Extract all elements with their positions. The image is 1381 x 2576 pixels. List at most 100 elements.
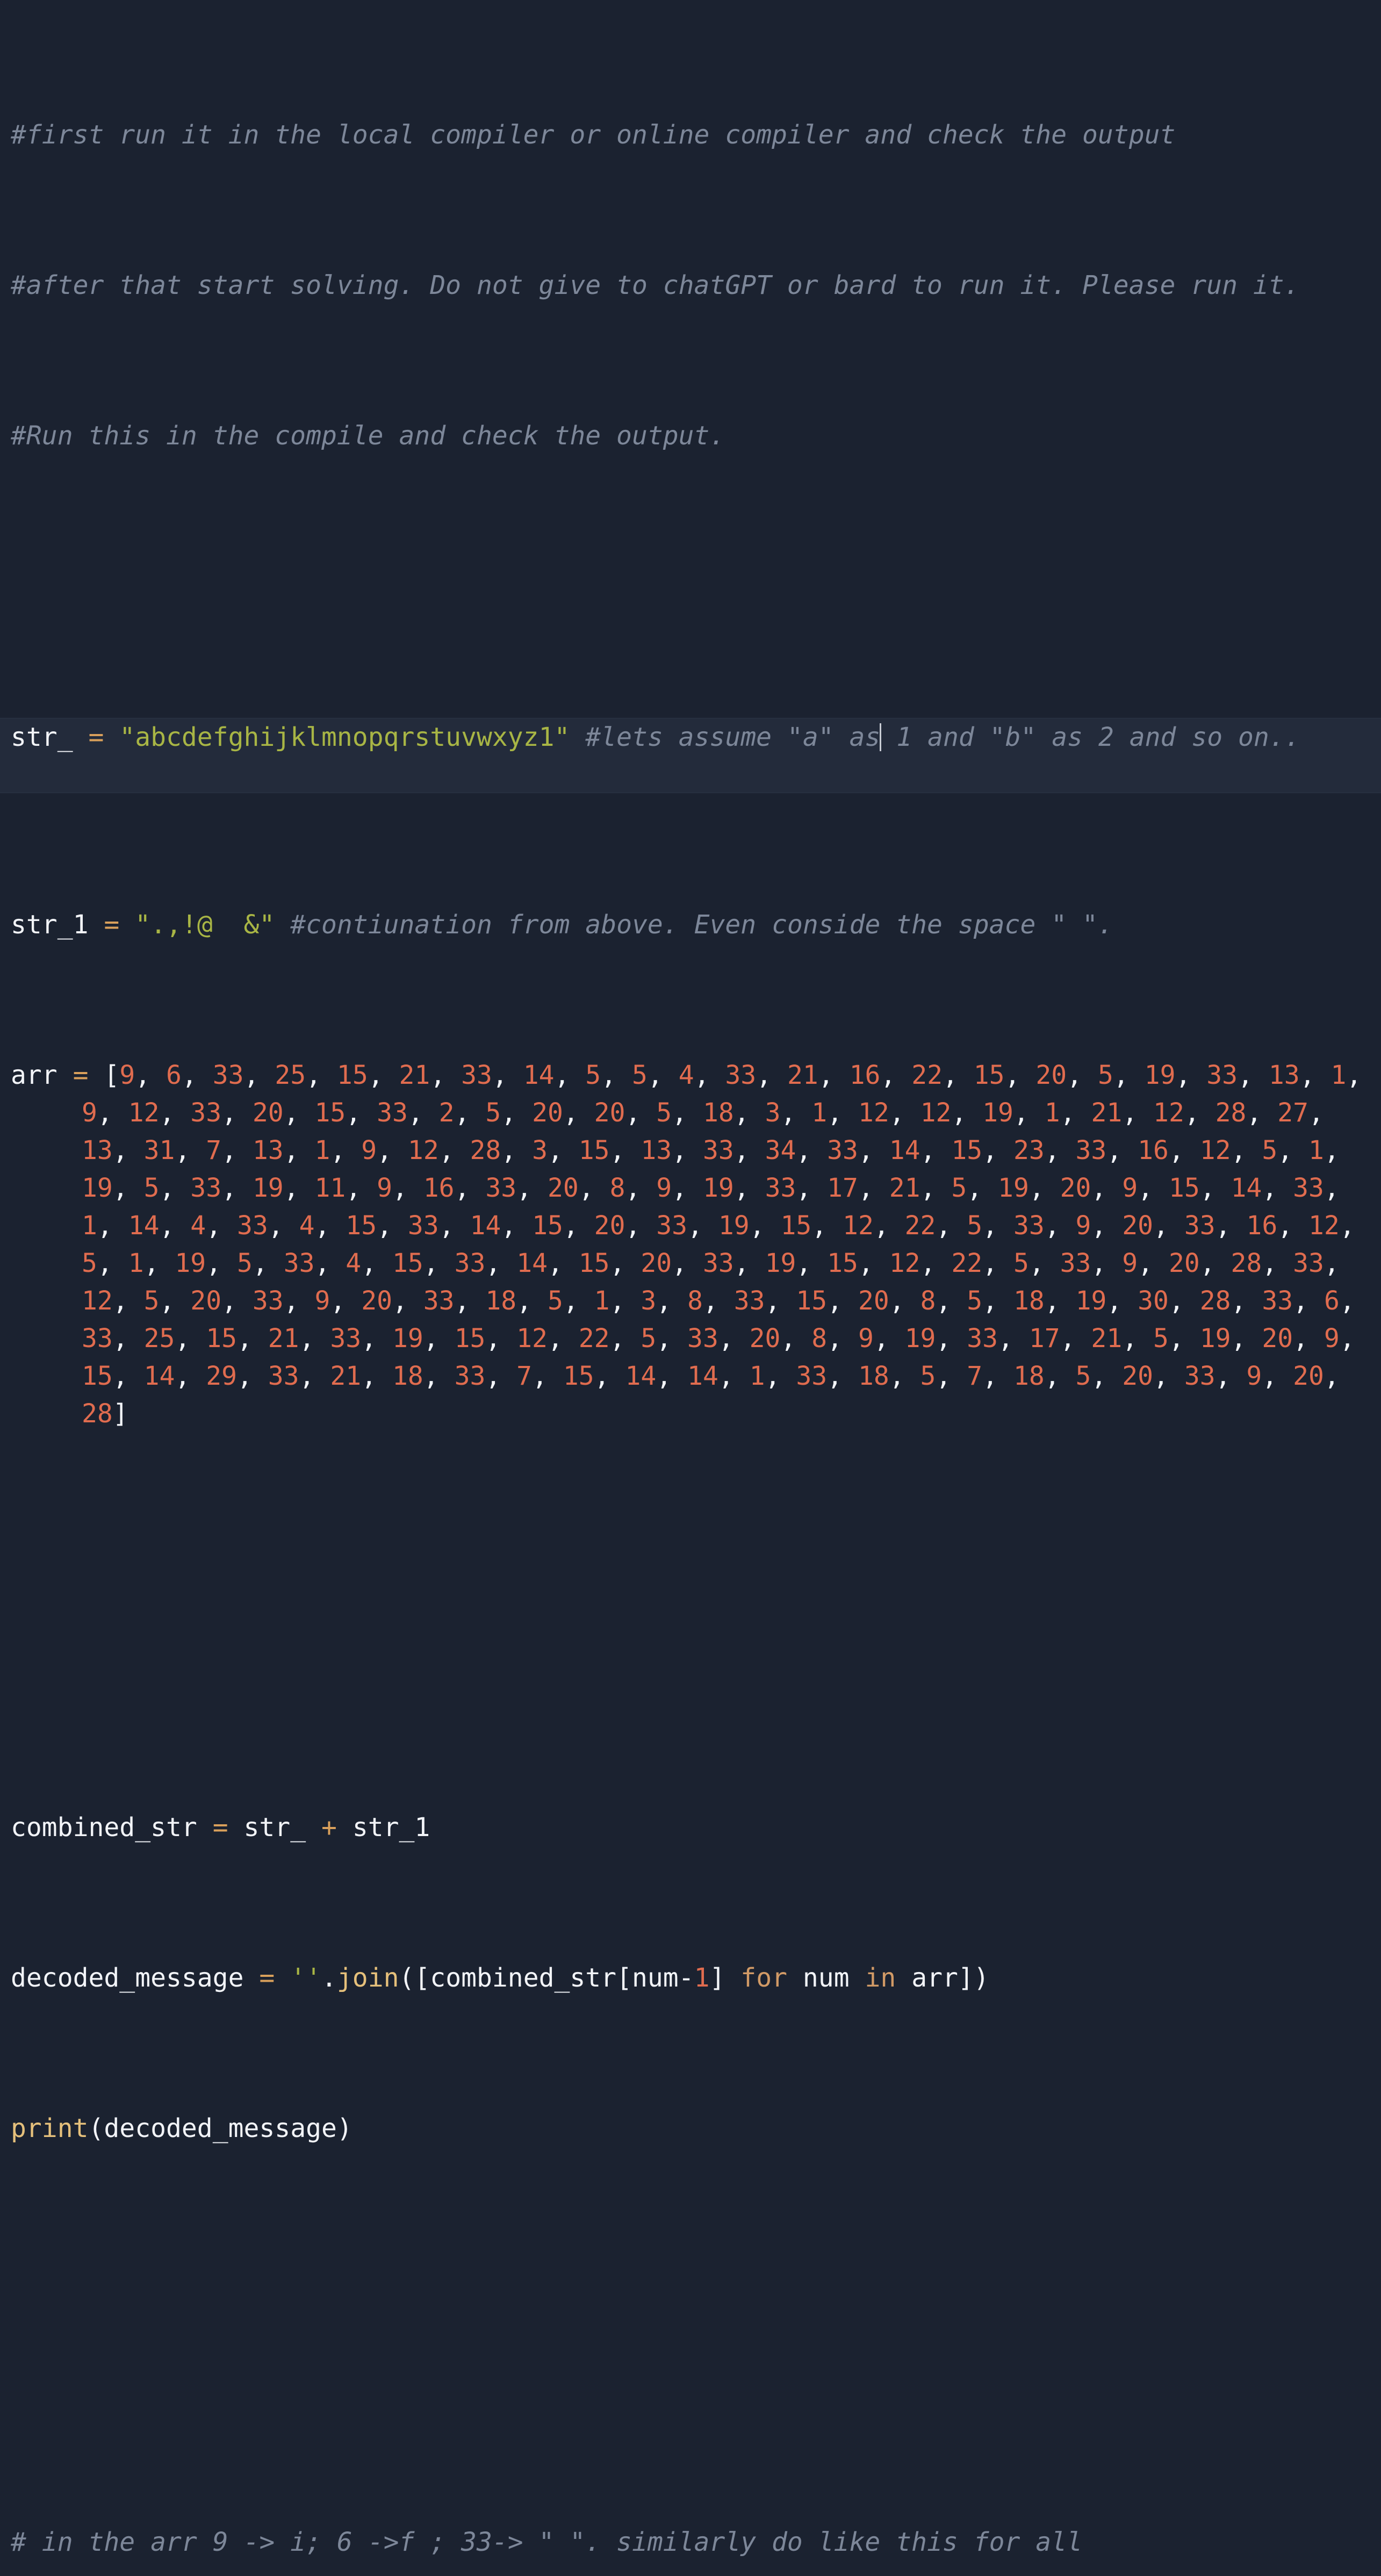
- array-separator: ,: [672, 1173, 703, 1203]
- keyword-in: in: [865, 1963, 896, 1993]
- array-value: 15: [392, 1248, 423, 1278]
- array-value: 14: [516, 1248, 548, 1278]
- array-value: 18: [858, 1361, 889, 1391]
- array-value: 1: [749, 1361, 765, 1391]
- array-separator: ,: [967, 1173, 998, 1203]
- array-separator: ,: [485, 1323, 517, 1354]
- array-value: 5: [656, 1098, 672, 1128]
- array-separator: ,: [377, 1211, 408, 1241]
- code-line-comment-1[interactable]: #first run it in the local compiler or o…: [11, 116, 1371, 154]
- array-separator: ,: [97, 1098, 128, 1128]
- array-value: 33: [377, 1098, 408, 1128]
- array-separator: ,: [175, 1361, 206, 1391]
- array-separator: ,: [1091, 1211, 1123, 1241]
- string-literal-alphabet: "abcdefghijklmnopqrstuvwxyz1": [119, 722, 570, 752]
- array-separator: ,: [672, 1248, 703, 1278]
- array-separator: ,: [796, 1135, 828, 1165]
- array-separator: ,: [796, 1248, 828, 1278]
- array-value: 20: [1035, 1060, 1067, 1090]
- array-value: 11: [314, 1173, 346, 1203]
- code-line-blank-3[interactable]: [11, 1658, 1371, 1696]
- array-value: 14: [128, 1211, 160, 1241]
- array-value: 21: [268, 1323, 299, 1354]
- code-line-blank-1[interactable]: [11, 567, 1371, 605]
- array-separator: ,: [1004, 1060, 1036, 1090]
- code-line-combined-str[interactable]: combined_str = str_ + str_1: [11, 1809, 1371, 1846]
- array-value: 1: [1044, 1098, 1060, 1128]
- array-value: 22: [951, 1248, 983, 1278]
- array-value: 25: [143, 1323, 175, 1354]
- code-line-blank-4[interactable]: [11, 2260, 1371, 2298]
- array-separator: ,: [221, 1173, 253, 1203]
- array-value: 33: [190, 1173, 222, 1203]
- code-line-blank-5[interactable]: [11, 2373, 1371, 2410]
- array-value: 20: [641, 1248, 672, 1278]
- array-separator: ,: [547, 1248, 579, 1278]
- comment-text: #Run this in the compile and check the o…: [11, 421, 725, 451]
- array-value: 15: [1168, 1173, 1200, 1203]
- array-separator: ,: [1060, 1323, 1091, 1354]
- array-value: 6: [166, 1060, 182, 1090]
- array-separator: ,: [314, 1248, 346, 1278]
- array-separator: ,: [811, 1211, 843, 1241]
- array-value: 33: [967, 1323, 998, 1354]
- array-value: 3: [641, 1286, 657, 1316]
- empty-string-literal: '': [290, 1963, 321, 1993]
- array-value: 33: [485, 1173, 517, 1203]
- array-separator: ,: [942, 1060, 974, 1090]
- array-value: 3: [532, 1135, 548, 1165]
- code-line-str-assignment[interactable]: str_ = "abcdefghijklmnopqrstuvwxyz1" #le…: [0, 718, 1381, 793]
- code-line-print[interactable]: print(decoded_message): [11, 2110, 1371, 2147]
- open-paren-bracket: ([: [399, 1963, 430, 1993]
- code-line-str1-assignment[interactable]: str_1 = ".,!@ &" #contiunation from abov…: [11, 906, 1371, 944]
- array-separator: ,: [1339, 1323, 1371, 1354]
- array-value: 28: [82, 1399, 113, 1429]
- array-value: 20: [1122, 1361, 1154, 1391]
- array-separator: ,: [563, 1211, 594, 1241]
- code-line-decoded-message[interactable]: decoded_message = ''.join([combined_str[…: [11, 1959, 1371, 1997]
- array-value: 13: [1268, 1060, 1300, 1090]
- array-value: 33: [796, 1361, 828, 1391]
- assign-operator: =: [212, 1812, 228, 1843]
- code-content[interactable]: #first run it in the local compiler or o…: [0, 3, 1381, 2576]
- array-separator: ,: [818, 1060, 850, 1090]
- array-separator: ,: [1044, 1135, 1076, 1165]
- array-separator: ,: [112, 1135, 144, 1165]
- array-value: 27: [1277, 1098, 1309, 1128]
- array-separator: ,: [159, 1286, 191, 1316]
- array-value: 33: [252, 1286, 284, 1316]
- array-separator: ,: [516, 1173, 548, 1203]
- array-value: 8: [609, 1173, 625, 1203]
- array-value: 4: [190, 1211, 206, 1241]
- array-value: 22: [911, 1060, 943, 1090]
- array-separator: ,: [1246, 1098, 1278, 1128]
- array-separator: ,: [1238, 1060, 1269, 1090]
- code-line-blank-2[interactable]: [11, 1545, 1371, 1583]
- array-separator: ,: [889, 1286, 920, 1316]
- array-separator: ,: [1324, 1361, 1355, 1391]
- array-separator: ,: [733, 1248, 765, 1278]
- print-function: print: [11, 2113, 89, 2143]
- code-line-comment-2[interactable]: #after that start solving. Do not give t…: [11, 267, 1371, 304]
- array-separator: ,: [159, 1173, 191, 1203]
- code-line-final-comment[interactable]: # in the arr 9 -> i; 6 ->f ; 33-> " ". s…: [11, 2523, 1371, 2561]
- array-separator: ,: [175, 1323, 206, 1354]
- array-separator: ,: [1262, 1173, 1293, 1203]
- code-editor[interactable]: #first run it in the local compiler or o…: [0, 0, 1381, 2557]
- array-value: 21: [1091, 1323, 1123, 1354]
- array-separator: ,: [1293, 1286, 1324, 1316]
- array-value: 33: [330, 1323, 362, 1354]
- array-separator: ,: [283, 1135, 315, 1165]
- array-value: 33: [454, 1361, 486, 1391]
- array-separator: ,: [501, 1098, 533, 1128]
- array-separator: ,: [1324, 1248, 1355, 1278]
- array-value: 12: [516, 1323, 548, 1354]
- code-line-arr-assignment[interactable]: arr = [9, 6, 33, 25, 15, 21, 33, 14, 5, …: [11, 1056, 1371, 1433]
- variable-decoded-message: decoded_message: [11, 1963, 244, 1993]
- array-separator: ,: [780, 1098, 812, 1128]
- array-separator: ,: [827, 1286, 858, 1316]
- array-separator: ,: [501, 1135, 533, 1165]
- code-line-comment-3[interactable]: #Run this in the compile and check the o…: [11, 417, 1371, 455]
- array-value: 33: [733, 1286, 765, 1316]
- array-separator: ,: [827, 1361, 858, 1391]
